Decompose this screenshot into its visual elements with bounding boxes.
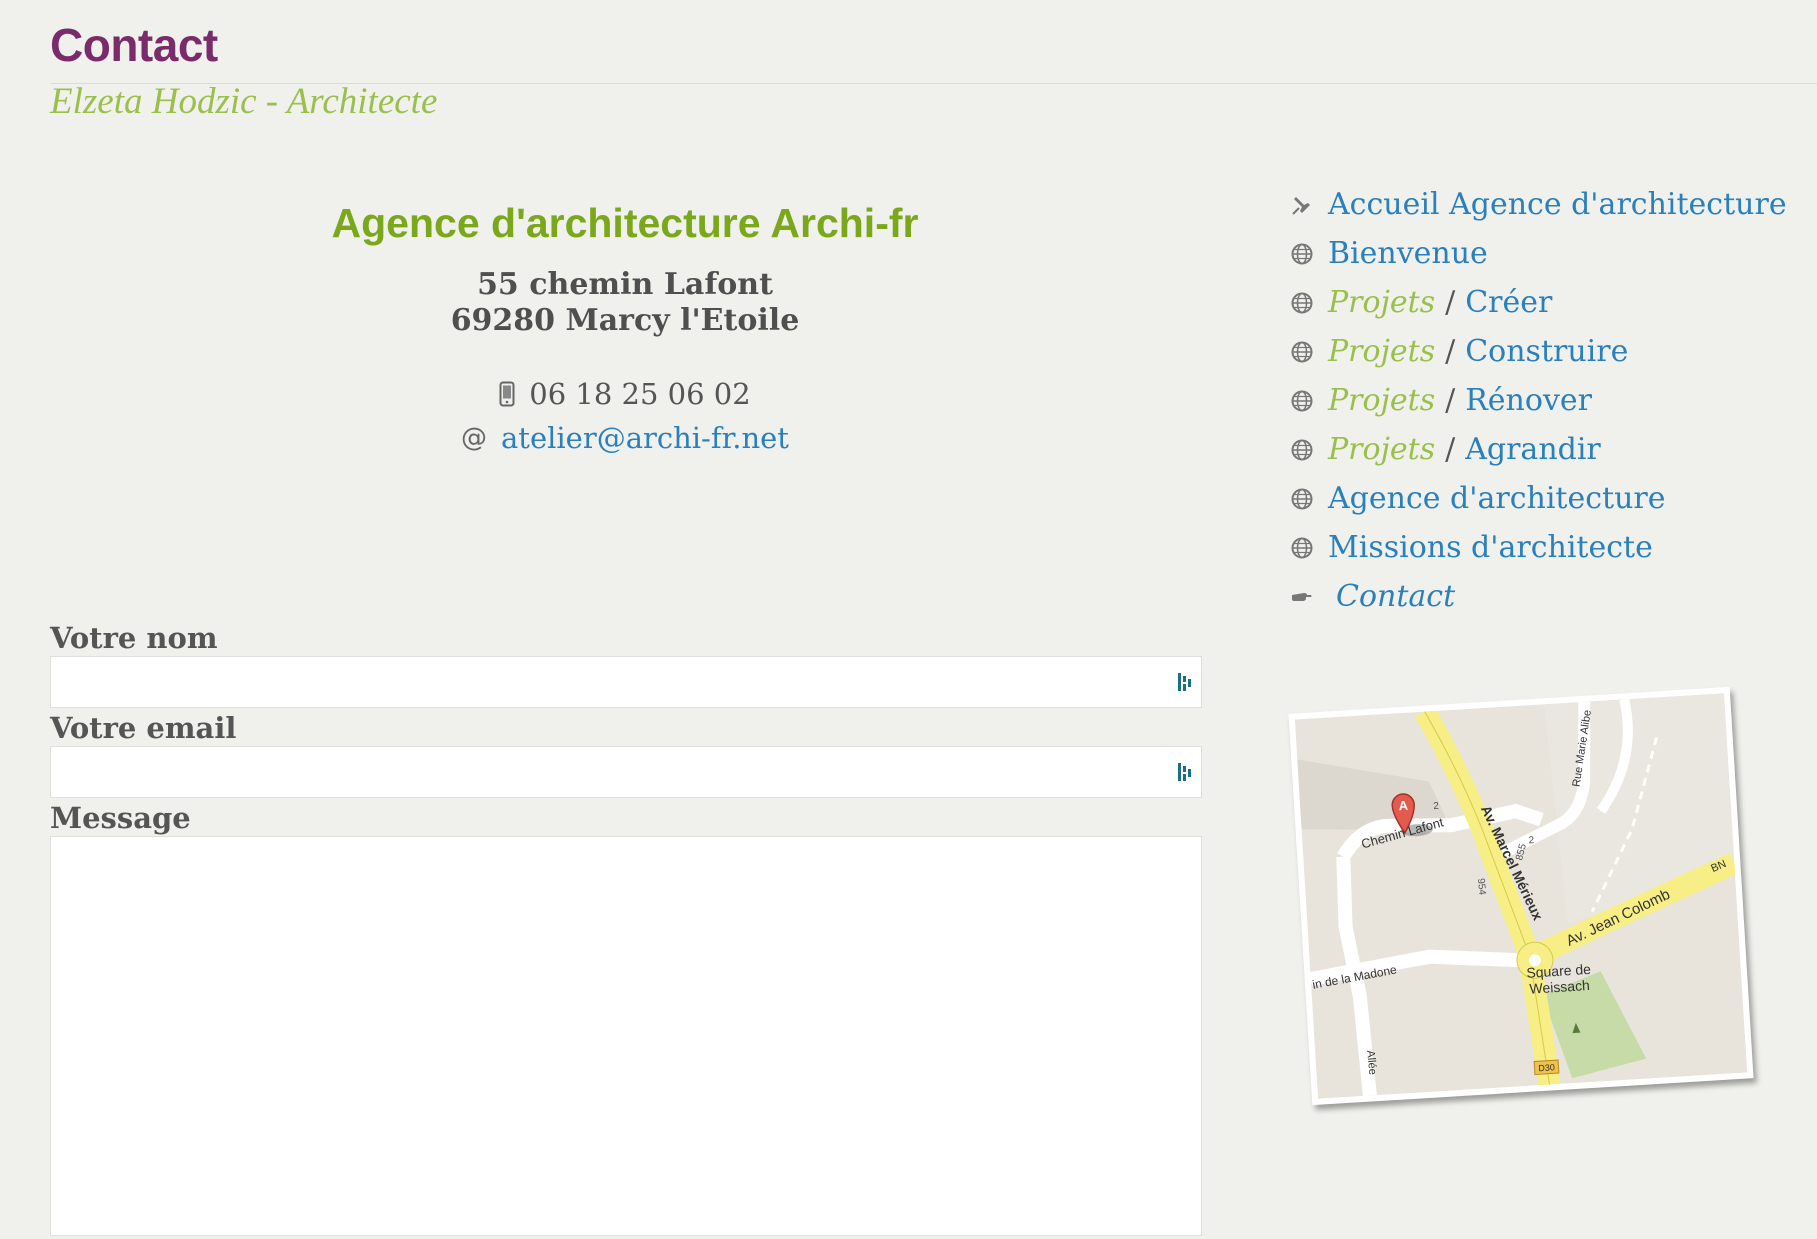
email-label: Votre email bbox=[50, 711, 237, 745]
nav-item-bienvenue[interactable]: Bienvenue bbox=[1290, 229, 1787, 278]
map-label: 954 bbox=[1475, 878, 1488, 896]
breadcrumb-separator: / bbox=[1445, 383, 1456, 418]
map-image: A Chemin Lafont Av. Marcel Mérieux Rue M… bbox=[1294, 693, 1748, 1099]
map-label: 2 bbox=[1528, 835, 1535, 846]
globe-icon bbox=[1291, 292, 1313, 313]
nav-crumb-projets[interactable]: Projets bbox=[1328, 334, 1435, 369]
phone-number: 06 18 25 06 02 bbox=[529, 377, 751, 411]
address-line-2: 69280 Marcy l'Etoile bbox=[450, 303, 800, 338]
nav-item-projets-creer[interactable]: Projets / Créer bbox=[1290, 278, 1787, 327]
at-sign-icon: @ bbox=[461, 423, 488, 453]
email-line: @ atelier@archi-fr.net bbox=[50, 421, 1200, 455]
map-label: Allée bbox=[1364, 1050, 1378, 1076]
breadcrumb-separator: / bbox=[1445, 334, 1456, 369]
pin-icon bbox=[1292, 196, 1310, 215]
nav-link-construire[interactable]: Construire bbox=[1465, 334, 1628, 369]
breadcrumb-separator: / bbox=[1445, 432, 1456, 467]
nav-link-agrandir[interactable]: Agrandir bbox=[1465, 432, 1601, 467]
message-textarea[interactable] bbox=[51, 837, 1201, 1235]
pointing-hand-icon bbox=[1292, 592, 1312, 601]
message-label: Message bbox=[50, 801, 191, 835]
address-line-1: 55 chemin Lafont bbox=[477, 267, 773, 302]
message-field-wrapper bbox=[50, 836, 1202, 1236]
nav-item-contact[interactable]: Contact bbox=[1290, 572, 1787, 621]
agency-name: Agence d'architecture Archi-fr bbox=[331, 200, 919, 246]
globe-icon bbox=[1291, 488, 1313, 509]
globe-icon bbox=[1291, 537, 1313, 558]
name-label: Votre nom bbox=[50, 621, 218, 655]
password-manager-icon[interactable] bbox=[1177, 672, 1193, 692]
nav-item-accueil[interactable]: Accueil Agence d'architecture bbox=[1290, 180, 1787, 229]
nav-item-projets-agrandir[interactable]: Projets / Agrandir bbox=[1290, 425, 1787, 474]
globe-icon bbox=[1291, 439, 1313, 460]
map-label: 2 bbox=[1433, 801, 1440, 812]
globe-icon bbox=[1291, 341, 1313, 362]
nav-link-creer[interactable]: Créer bbox=[1465, 285, 1552, 320]
password-manager-icon[interactable] bbox=[1177, 762, 1193, 782]
nav-item-agence[interactable]: Agence d'architecture bbox=[1290, 474, 1787, 523]
page-title: Contact bbox=[50, 19, 218, 71]
nav-crumb-projets[interactable]: Projets bbox=[1328, 285, 1435, 320]
nav-item-missions[interactable]: Missions d'architecte bbox=[1290, 523, 1787, 572]
nav-link-bienvenue[interactable]: Bienvenue bbox=[1328, 236, 1488, 271]
name-input[interactable] bbox=[51, 657, 1201, 707]
map-label: D30 bbox=[1538, 1062, 1555, 1073]
nav-crumb-projets[interactable]: Projets bbox=[1328, 383, 1435, 418]
email-link[interactable]: atelier@archi-fr.net bbox=[501, 421, 789, 455]
nav-crumb-projets[interactable]: Projets bbox=[1328, 432, 1435, 467]
email-input[interactable] bbox=[51, 747, 1201, 797]
phone-line: 06 18 25 06 02 bbox=[50, 377, 1200, 411]
mobile-phone-icon bbox=[499, 381, 515, 407]
map-marker-label: A bbox=[1398, 798, 1409, 814]
name-field-wrapper bbox=[50, 656, 1202, 708]
nav-link-agence[interactable]: Agence d'architecture bbox=[1328, 481, 1666, 516]
page-subtitle: Elzeta Hodzic - Architecte bbox=[50, 81, 438, 122]
contact-form: Votre nom Votre email Message bbox=[50, 620, 1202, 1236]
sidebar-nav: Accueil Agence d'architecture Bienvenue … bbox=[1290, 180, 1787, 621]
globe-icon bbox=[1291, 390, 1313, 411]
email-field-wrapper bbox=[50, 746, 1202, 798]
nav-item-projets-construire[interactable]: Projets / Construire bbox=[1290, 327, 1787, 376]
nav-link-accueil[interactable]: Accueil Agence d'architecture bbox=[1328, 187, 1787, 222]
nav-link-missions[interactable]: Missions d'architecte bbox=[1328, 530, 1653, 565]
nav-link-renover[interactable]: Rénover bbox=[1465, 383, 1592, 418]
agency-info: Agence d'architecture Archi-fr 55 chemin… bbox=[50, 200, 1200, 455]
nav-item-projets-renover[interactable]: Projets / Rénover bbox=[1290, 376, 1787, 425]
globe-icon bbox=[1291, 243, 1313, 264]
breadcrumb-separator: / bbox=[1445, 285, 1456, 320]
location-map[interactable]: A Chemin Lafont Av. Marcel Mérieux Rue M… bbox=[1288, 686, 1754, 1106]
nav-current-contact[interactable]: Contact bbox=[1336, 579, 1455, 614]
